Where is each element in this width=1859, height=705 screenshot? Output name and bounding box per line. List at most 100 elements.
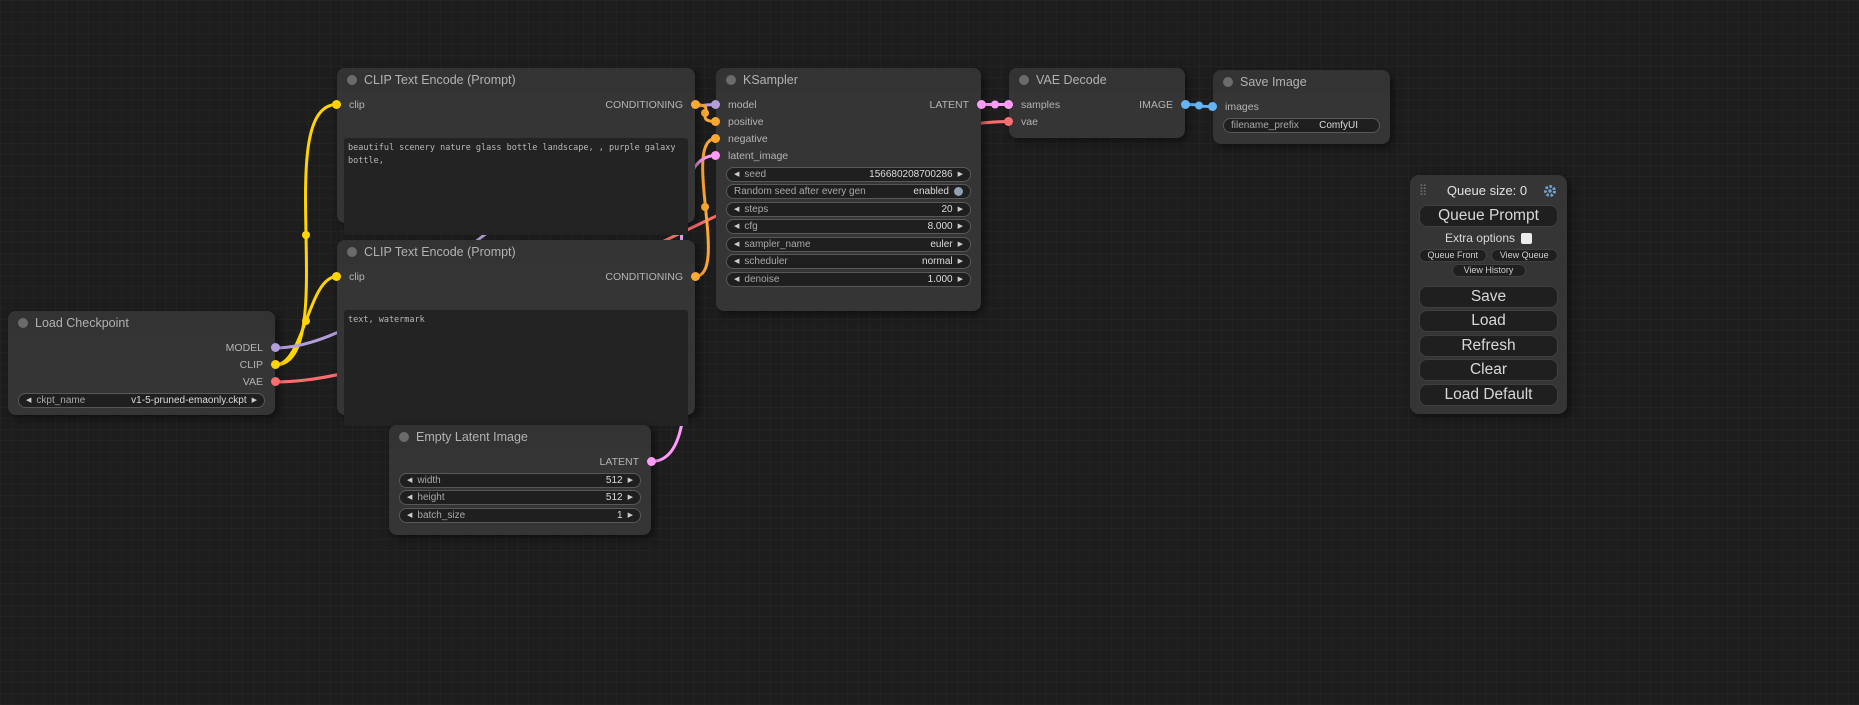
node-save-image[interactable]: Save Image images filename_prefix ComfyU… [1213, 70, 1390, 144]
input-dot-model[interactable] [711, 100, 720, 109]
increment-arrow-icon[interactable]: ▶ [958, 276, 963, 283]
node-load-checkpoint[interactable]: Load Checkpoint MODEL CLIP VAE ◀ ckpt_na… [8, 311, 275, 415]
widget-random-seed-toggle[interactable]: Random seed after every gen enabled [726, 184, 971, 199]
node-title-bar[interactable]: CLIP Text Encode (Prompt) [337, 68, 695, 92]
increment-arrow-icon[interactable]: ▶ [958, 241, 963, 248]
decrement-arrow-icon[interactable]: ◀ [407, 494, 412, 501]
widget-sampler-name[interactable]: ◀ sampler_name euler ▶ [726, 237, 971, 252]
widget-name: filename_prefix [1231, 120, 1299, 131]
slot-label: samples [1021, 99, 1060, 111]
widget-steps[interactable]: ◀ steps 20 ▶ [726, 202, 971, 217]
output-dot-vae[interactable] [271, 377, 280, 386]
node-title-bar[interactable]: CLIP Text Encode (Prompt) [337, 240, 695, 264]
output-dot-image[interactable] [1181, 100, 1190, 109]
clear-button[interactable]: Clear [1419, 359, 1558, 381]
save-button[interactable]: Save [1419, 286, 1558, 308]
graph-canvas[interactable]: Load Checkpoint MODEL CLIP VAE ◀ ckpt_na… [0, 0, 1859, 705]
increment-arrow-icon[interactable]: ▶ [958, 206, 963, 213]
widget-ckpt-name[interactable]: ◀ ckpt_name v1-5-pruned-emaonly.ckpt ▶ [18, 393, 265, 408]
input-slot-latent-image: latent_image [716, 147, 981, 164]
node-vae-decode[interactable]: VAE Decode samples IMAGE vae [1009, 68, 1185, 138]
prompt-textarea[interactable]: beautiful scenery nature glass bottle la… [344, 138, 688, 235]
input-dot-clip[interactable] [332, 272, 341, 281]
decrement-arrow-icon[interactable]: ◀ [407, 512, 412, 519]
drag-handle-icon[interactable]: ⣿ [1419, 185, 1427, 196]
input-dot-negative[interactable] [711, 134, 720, 143]
collapse-dot-icon[interactable] [347, 247, 357, 257]
decrement-arrow-icon[interactable]: ◀ [734, 241, 739, 248]
widget-name: seed [744, 169, 766, 180]
node-ksampler[interactable]: KSampler model LATENT positive negative … [716, 68, 981, 311]
widget-scheduler[interactable]: ◀ scheduler normal ▶ [726, 254, 971, 269]
widget-batch-size[interactable]: ◀ batch_size 1 ▶ [399, 508, 641, 523]
load-button[interactable]: Load [1419, 310, 1558, 332]
refresh-button[interactable]: Refresh [1419, 335, 1558, 357]
input-dot-images[interactable] [1208, 102, 1217, 111]
increment-arrow-icon[interactable]: ▶ [252, 397, 257, 404]
collapse-dot-icon[interactable] [1223, 77, 1233, 87]
widget-name: width [417, 475, 440, 486]
collapse-dot-icon[interactable] [18, 318, 28, 328]
increment-arrow-icon[interactable]: ▶ [628, 477, 633, 484]
output-slot-clip: CLIP [8, 356, 275, 373]
decrement-arrow-icon[interactable]: ◀ [407, 477, 412, 484]
node-title-bar[interactable]: Save Image [1213, 70, 1390, 94]
extra-options-checkbox[interactable] [1521, 233, 1532, 244]
increment-arrow-icon[interactable]: ▶ [628, 512, 633, 519]
widget-name: denoise [744, 274, 779, 285]
increment-arrow-icon[interactable]: ▶ [958, 258, 963, 265]
decrement-arrow-icon[interactable]: ◀ [734, 171, 739, 178]
decrement-arrow-icon[interactable]: ◀ [734, 276, 739, 283]
node-title-bar[interactable]: KSampler [716, 68, 981, 92]
view-history-button[interactable]: View History [1452, 264, 1526, 277]
settings-gear-icon[interactable] [1542, 183, 1558, 199]
increment-arrow-icon[interactable]: ▶ [958, 171, 963, 178]
widget-cfg[interactable]: ◀ cfg 8.000 ▶ [726, 219, 971, 234]
input-dot-samples[interactable] [1004, 100, 1013, 109]
slot-label: clip [349, 99, 365, 111]
output-dot-latent[interactable] [977, 100, 986, 109]
node-empty-latent-image[interactable]: Empty Latent Image LATENT ◀ width 512 ▶ … [389, 425, 651, 535]
widget-seed[interactable]: ◀ seed 156680208700286 ▶ [726, 167, 971, 182]
collapse-dot-icon[interactable] [347, 75, 357, 85]
increment-arrow-icon[interactable]: ▶ [958, 223, 963, 230]
output-dot-clip[interactable] [271, 360, 280, 369]
input-dot-latent-image[interactable] [711, 151, 720, 160]
toggle-knob-icon[interactable] [954, 187, 963, 196]
decrement-arrow-icon[interactable]: ◀ [734, 206, 739, 213]
node-clip-text-encode-positive[interactable]: CLIP Text Encode (Prompt) clip CONDITION… [337, 68, 695, 223]
slot-label: latent_image [728, 150, 788, 162]
node-title-bar[interactable]: Load Checkpoint [8, 311, 275, 335]
decrement-arrow-icon[interactable]: ◀ [734, 223, 739, 230]
widget-width[interactable]: ◀ width 512 ▶ [399, 473, 641, 488]
input-dot-clip[interactable] [332, 100, 341, 109]
output-dot-model[interactable] [271, 343, 280, 352]
output-dot-conditioning[interactable] [691, 100, 700, 109]
widget-height[interactable]: ◀ height 512 ▶ [399, 490, 641, 505]
widget-value: normal [922, 256, 953, 267]
view-queue-button[interactable]: View Queue [1491, 249, 1559, 262]
collapse-dot-icon[interactable] [726, 75, 736, 85]
node-title-bar[interactable]: Empty Latent Image [389, 425, 651, 449]
decrement-arrow-icon[interactable]: ◀ [734, 258, 739, 265]
queue-front-button[interactable]: Queue Front [1419, 249, 1487, 262]
load-default-button[interactable]: Load Default [1419, 384, 1558, 406]
output-dot-latent[interactable] [647, 457, 656, 466]
gear-hub [1548, 189, 1551, 192]
widget-denoise[interactable]: ◀ denoise 1.000 ▶ [726, 272, 971, 287]
output-slot-model: MODEL [8, 339, 275, 356]
increment-arrow-icon[interactable]: ▶ [628, 494, 633, 501]
collapse-dot-icon[interactable] [1019, 75, 1029, 85]
prompt-textarea[interactable]: text, watermark [344, 310, 688, 426]
output-slot-latent: LATENT [389, 453, 651, 470]
node-title-bar[interactable]: VAE Decode [1009, 68, 1185, 92]
queue-prompt-button[interactable]: Queue Prompt [1419, 205, 1558, 227]
decrement-arrow-icon[interactable]: ◀ [26, 397, 31, 404]
slot-label: images [1225, 101, 1259, 113]
widget-filename-prefix[interactable]: filename_prefix ComfyUI [1223, 118, 1380, 133]
collapse-dot-icon[interactable] [399, 432, 409, 442]
node-clip-text-encode-negative[interactable]: CLIP Text Encode (Prompt) clip CONDITION… [337, 240, 695, 415]
input-dot-positive[interactable] [711, 117, 720, 126]
input-dot-vae[interactable] [1004, 117, 1013, 126]
output-dot-conditioning[interactable] [691, 272, 700, 281]
